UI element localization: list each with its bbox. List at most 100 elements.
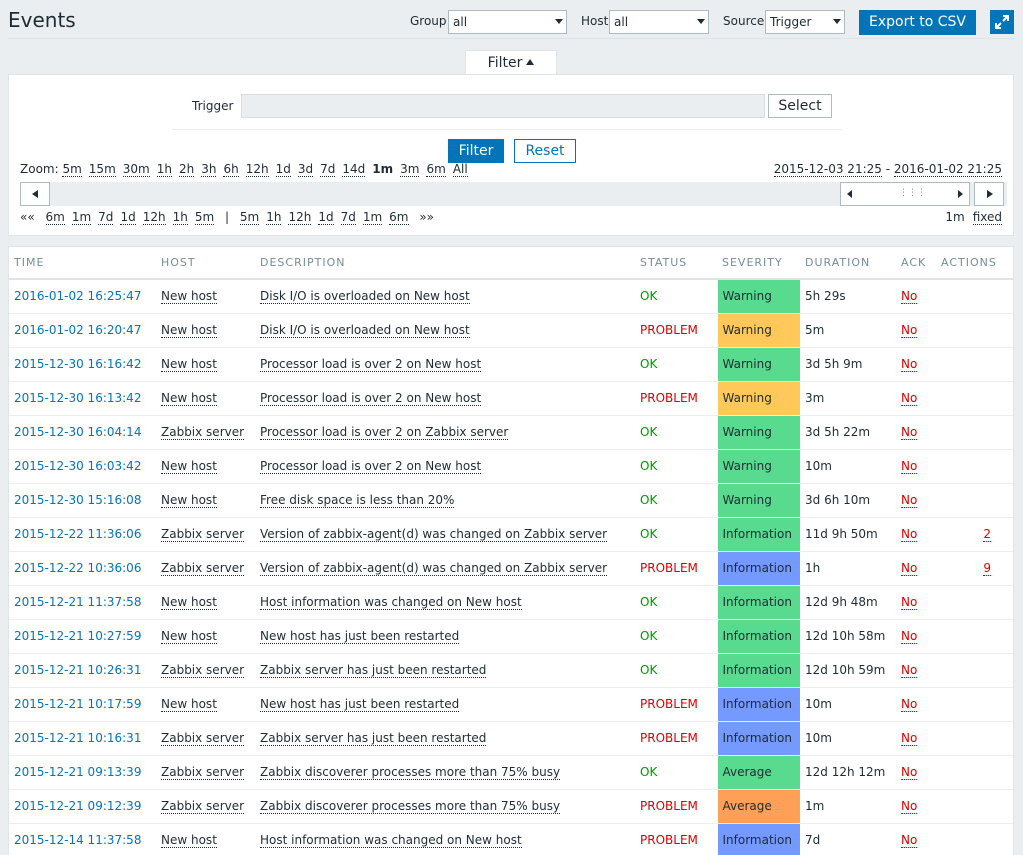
description-link[interactable]: Disk I/O is overloaded on New host xyxy=(260,289,470,305)
ack-link[interactable]: No xyxy=(901,595,918,610)
column-header-description[interactable]: DESCRIPTION xyxy=(255,247,635,280)
ack-link[interactable]: No xyxy=(901,799,918,814)
event-time-link[interactable]: 2015-12-30 16:16:42 xyxy=(14,357,141,371)
event-time-link[interactable]: 2015-12-22 11:36:06 xyxy=(14,527,141,541)
zoom-option[interactable]: 7d xyxy=(320,162,336,177)
source-select[interactable]: Trigger xyxy=(765,10,845,34)
filter-tab[interactable]: Filter xyxy=(465,50,557,75)
host-link[interactable]: New host xyxy=(161,493,217,508)
nav-forward-option[interactable]: 7d xyxy=(340,210,356,225)
event-time-link[interactable]: 2015-12-21 09:13:39 xyxy=(14,765,141,779)
export-csv-button[interactable]: Export to CSV xyxy=(859,10,976,35)
event-time-link[interactable]: 2016-01-02 16:25:47 xyxy=(14,289,141,303)
zoom-option[interactable]: 3h xyxy=(201,162,217,177)
ack-link[interactable]: No xyxy=(901,323,918,338)
nav-back-option[interactable]: 1d xyxy=(120,210,136,225)
zoom-option[interactable]: All xyxy=(452,162,468,177)
ack-link[interactable]: No xyxy=(901,663,918,678)
event-time-link[interactable]: 2015-12-22 10:36:06 xyxy=(14,561,141,575)
host-select[interactable]: all xyxy=(609,10,709,34)
description-link[interactable]: Zabbix discoverer processes more than 75… xyxy=(260,799,561,814)
ack-link[interactable]: No xyxy=(901,833,918,848)
event-time-link[interactable]: 2015-12-21 10:17:59 xyxy=(14,697,141,711)
host-link[interactable]: Zabbix server xyxy=(161,663,245,678)
trigger-select-button[interactable]: Select xyxy=(768,94,832,118)
description-link[interactable]: Host information was changed on New host xyxy=(260,833,522,848)
ack-link[interactable]: No xyxy=(901,459,918,474)
event-time-link[interactable]: 2015-12-21 10:16:31 xyxy=(14,731,141,745)
zoom-option[interactable]: 3d xyxy=(297,162,314,177)
zoom-option[interactable]: 5m xyxy=(62,162,82,177)
host-link[interactable]: New host xyxy=(161,357,217,372)
description-link[interactable]: Processor load is over 2 on New host xyxy=(260,391,482,406)
column-header-host[interactable]: HOST xyxy=(156,247,255,280)
nav-forward-option[interactable]: 1m xyxy=(362,210,383,225)
zoom-option[interactable]: 3m xyxy=(400,162,420,177)
ack-link[interactable]: No xyxy=(901,357,918,372)
zoom-option[interactable]: 1h xyxy=(156,162,172,177)
nav-back-start[interactable]: «« xyxy=(20,210,35,224)
description-link[interactable]: Disk I/O is overloaded on New host xyxy=(260,323,470,338)
host-link[interactable]: New host xyxy=(161,833,217,848)
column-header-time[interactable]: TIME xyxy=(9,247,156,280)
host-link[interactable]: Zabbix server xyxy=(161,765,245,780)
event-time-link[interactable]: 2015-12-21 11:37:58 xyxy=(14,595,141,609)
actions-link[interactable]: 9 xyxy=(983,561,991,576)
event-time-link[interactable]: 2016-01-02 16:20:47 xyxy=(14,323,141,337)
zoom-option[interactable]: 1d xyxy=(275,162,291,177)
host-link[interactable]: New host xyxy=(161,595,217,610)
column-header-ack[interactable]: ACK xyxy=(896,247,936,280)
filter-button[interactable]: Filter xyxy=(448,139,504,163)
description-link[interactable]: Version of zabbix-agent(d) was changed o… xyxy=(260,561,608,576)
description-link[interactable]: New host has just been restarted xyxy=(260,629,460,644)
nav-forward-option[interactable]: 5m xyxy=(239,210,260,225)
ack-link[interactable]: No xyxy=(901,697,918,712)
scroll-right-button[interactable] xyxy=(974,182,1004,206)
ack-link[interactable]: No xyxy=(901,527,918,542)
event-time-link[interactable]: 2015-12-30 16:03:42 xyxy=(14,459,141,473)
host-link[interactable]: New host xyxy=(161,629,217,644)
nav-back-option[interactable]: 7d xyxy=(98,210,114,225)
fullscreen-button[interactable] xyxy=(990,10,1014,34)
nav-back-option[interactable]: 12h xyxy=(142,210,166,225)
event-time-link[interactable]: 2015-12-30 16:13:42 xyxy=(14,391,141,405)
nav-back-option[interactable]: 5m xyxy=(194,210,215,225)
event-time-link[interactable]: 2015-12-30 15:16:08 xyxy=(14,493,141,507)
column-header-status[interactable]: STATUS xyxy=(635,247,717,280)
host-link[interactable]: New host xyxy=(161,323,217,338)
event-time-link[interactable]: 2015-12-21 09:12:39 xyxy=(14,799,141,813)
reset-button[interactable]: Reset xyxy=(514,139,576,163)
host-link[interactable]: New host xyxy=(161,459,217,474)
nav-back-option[interactable]: 6m xyxy=(45,210,65,225)
event-time-link[interactable]: 2015-12-21 10:26:31 xyxy=(14,663,141,677)
description-link[interactable]: Zabbix discoverer processes more than 75… xyxy=(260,765,561,780)
group-select[interactable]: all xyxy=(448,10,567,34)
host-link[interactable]: Zabbix server xyxy=(161,425,245,440)
description-link[interactable]: Processor load is over 2 on New host xyxy=(260,357,482,372)
ack-link[interactable]: No xyxy=(901,425,918,440)
nav-back-option[interactable]: 1h xyxy=(172,210,188,225)
ack-link[interactable]: No xyxy=(901,765,918,780)
scroll-thumb[interactable]: ⋮⋮⋮ xyxy=(840,182,970,206)
ack-link[interactable]: No xyxy=(901,391,918,406)
description-link[interactable]: Version of zabbix-agent(d) was changed o… xyxy=(260,527,608,542)
host-link[interactable]: Zabbix server xyxy=(161,561,245,576)
description-link[interactable]: New host has just been restarted xyxy=(260,697,460,712)
zoom-option[interactable]: 14d xyxy=(342,162,366,177)
host-link[interactable]: New host xyxy=(161,697,217,712)
host-link[interactable]: Zabbix server xyxy=(161,527,245,542)
nav-forward-option[interactable]: 1h xyxy=(266,210,282,225)
event-time-link[interactable]: 2015-12-30 16:04:14 xyxy=(14,425,141,439)
zoom-option[interactable]: 12h xyxy=(245,162,269,177)
description-link[interactable]: Processor load is over 2 on New host xyxy=(260,459,482,474)
host-link[interactable]: Zabbix server xyxy=(161,799,245,814)
description-link[interactable]: Zabbix server has just been restarted xyxy=(260,663,487,678)
scroll-left-button[interactable] xyxy=(20,182,50,206)
ack-link[interactable]: No xyxy=(901,731,918,746)
range-to[interactable]: 2016-01-02 21:25 xyxy=(893,162,1002,177)
ack-link[interactable]: No xyxy=(901,629,918,644)
description-link[interactable]: Free disk space is less than 20% xyxy=(260,493,455,508)
host-link[interactable]: New host xyxy=(161,391,217,406)
actions-link[interactable]: 2 xyxy=(983,527,991,542)
zoom-option[interactable]: 1m xyxy=(372,162,393,176)
